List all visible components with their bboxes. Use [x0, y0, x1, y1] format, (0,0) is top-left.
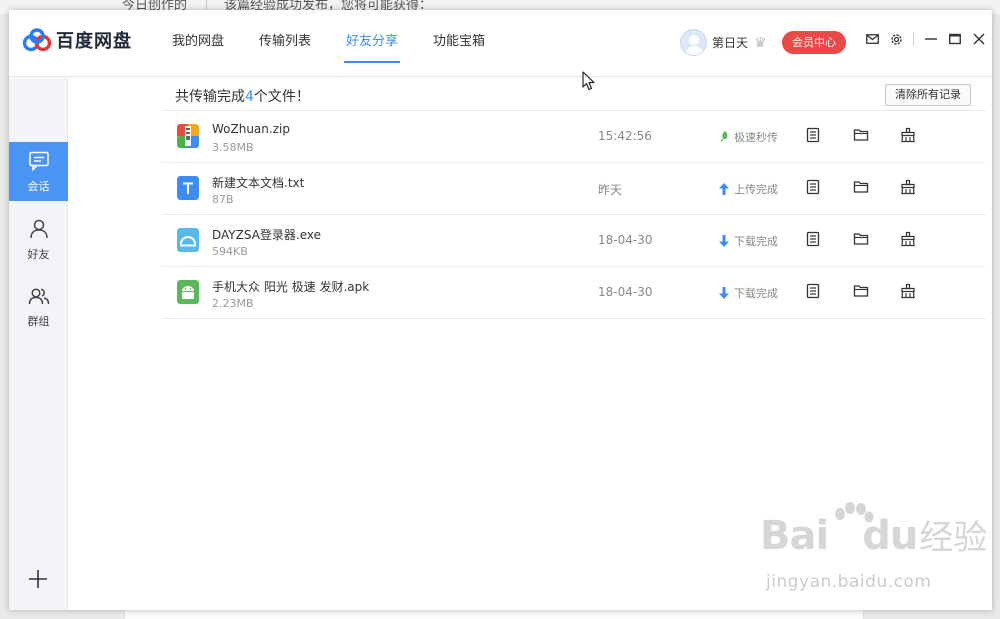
summary-prefix: 共传输完成	[175, 89, 245, 105]
folder-icon[interactable]	[853, 283, 869, 299]
transfer-status: 极速秒传	[718, 129, 778, 145]
file-time: 15:42:56	[598, 129, 652, 143]
group-icon	[28, 288, 50, 305]
app-logo[interactable]: 百度网盘	[22, 27, 132, 53]
folder-icon[interactable]	[853, 127, 869, 143]
status-label: 上传完成	[734, 183, 778, 196]
user-info[interactable]: 第日天 ♛	[680, 29, 767, 56]
person-icon	[30, 219, 48, 239]
file-name[interactable]: DAYZSA登录器.exe	[212, 226, 321, 243]
arrow-down-icon	[718, 287, 730, 299]
app-name: 百度网盘	[56, 31, 132, 52]
watermark-cn: 经验	[919, 518, 988, 558]
file-name[interactable]: 新建文本文档.txt	[212, 174, 304, 191]
window-controls	[865, 32, 996, 46]
tab-friend-share[interactable]: 好友分享	[344, 10, 401, 77]
arrow-up-icon	[718, 183, 730, 195]
transfer-summary: 共传输完成4个文件！	[175, 86, 310, 106]
summary-count: 4	[245, 89, 254, 105]
avatar[interactable]	[680, 29, 707, 56]
sidebar-item-friends[interactable]: 好友	[9, 210, 68, 269]
file-size: 87B	[212, 193, 234, 206]
file-details-icon[interactable]	[805, 127, 821, 143]
watermark-brand: Bai	[760, 513, 829, 559]
file-size: 3.58MB	[212, 141, 254, 154]
file-list: WoZhuan.zip 3.58MB 15:42:56 极速秒传 新建文本文档.…	[162, 110, 986, 319]
file-row[interactable]: WoZhuan.zip 3.58MB 15:42:56 极速秒传	[162, 111, 986, 163]
cloud-logo-icon	[22, 28, 52, 52]
minimize-icon[interactable]	[924, 32, 938, 46]
paw-logo-icon	[835, 502, 874, 523]
rocket-icon	[718, 131, 730, 143]
top-bar: 百度网盘 我的网盘 传输列表 好友分享 功能宝箱 第日天 ♛ 会员中心	[9, 10, 992, 77]
settings-gear-icon[interactable]	[889, 32, 903, 46]
transfer-status: 上传完成	[718, 181, 778, 197]
tab-toolbox[interactable]: 功能宝箱	[433, 10, 485, 77]
status-label: 极速秒传	[734, 131, 778, 144]
tab-my-drive[interactable]: 我的网盘	[172, 10, 224, 77]
summary-suffix: 个文件！	[253, 89, 310, 105]
status-label: 下载完成	[734, 235, 778, 248]
clear-record-icon[interactable]	[900, 179, 916, 195]
folder-icon[interactable]	[853, 179, 869, 195]
chat-icon	[29, 151, 49, 172]
transfer-status: 下载完成	[718, 233, 778, 249]
folder-icon[interactable]	[853, 231, 869, 247]
controls-divider	[913, 32, 914, 46]
file-details-icon[interactable]	[805, 231, 821, 247]
apk-icon	[177, 280, 199, 304]
txt-icon	[177, 176, 199, 200]
file-details-icon[interactable]	[805, 283, 821, 299]
clear-all-records-button[interactable]: 清除所有记录	[885, 84, 971, 106]
watermark-url: jingyan.baidu.com	[766, 572, 932, 592]
file-size: 2.23MB	[212, 297, 254, 310]
sidebar-item-label: 会话	[27, 180, 50, 193]
sidebar-item-label: 好友	[27, 248, 50, 261]
file-time: 18-04-30	[598, 285, 653, 299]
add-icon[interactable]	[27, 568, 49, 590]
file-name[interactable]: 手机大众 阳光 极速 发财.apk	[212, 278, 369, 295]
file-row[interactable]: 新建文本文档.txt 87B 昨天 上传完成	[162, 163, 986, 215]
vip-center-button[interactable]: 会员中心	[782, 31, 846, 54]
sidebar-item-label: 群组	[27, 315, 50, 328]
file-time: 昨天	[598, 183, 623, 197]
sidebar: 会话 好友 群组	[9, 78, 68, 610]
clear-record-icon[interactable]	[900, 127, 916, 143]
baidu-jingyan-watermark: Bai du经验 jingyan.baidu.com	[760, 502, 988, 592]
main-nav: 我的网盘 传输列表 好友分享 功能宝箱	[172, 10, 520, 77]
maximize-icon[interactable]	[948, 32, 962, 46]
arrow-down-icon	[718, 235, 730, 247]
file-name[interactable]: WoZhuan.zip	[212, 122, 290, 136]
username[interactable]: 第日天	[712, 34, 748, 51]
file-row[interactable]: DAYZSA登录器.exe 594KB 18-04-30 下载完成	[162, 215, 986, 267]
crown-icon: ♛	[754, 34, 767, 51]
tab-transfer-list[interactable]: 传输列表	[259, 10, 311, 77]
transfer-status: 下载完成	[718, 285, 778, 301]
sidebar-item-chat[interactable]: 会话	[9, 142, 68, 201]
file-details-icon[interactable]	[805, 179, 821, 195]
status-label: 下载完成	[734, 287, 778, 300]
file-time: 18-04-30	[598, 233, 653, 247]
close-icon[interactable]	[972, 32, 986, 46]
background-page-bottom	[124, 610, 864, 619]
clear-record-icon[interactable]	[900, 231, 916, 247]
mail-icon[interactable]	[865, 32, 879, 46]
sidebar-item-groups[interactable]: 群组	[9, 277, 68, 336]
exe-icon	[177, 228, 199, 252]
zip-icon	[177, 124, 199, 148]
mouse-cursor-icon	[582, 71, 595, 91]
clear-record-icon[interactable]	[900, 283, 916, 299]
file-size: 594KB	[212, 245, 248, 258]
file-row[interactable]: 手机大众 阳光 极速 发财.apk 2.23MB 18-04-30 下载完成	[162, 267, 986, 319]
